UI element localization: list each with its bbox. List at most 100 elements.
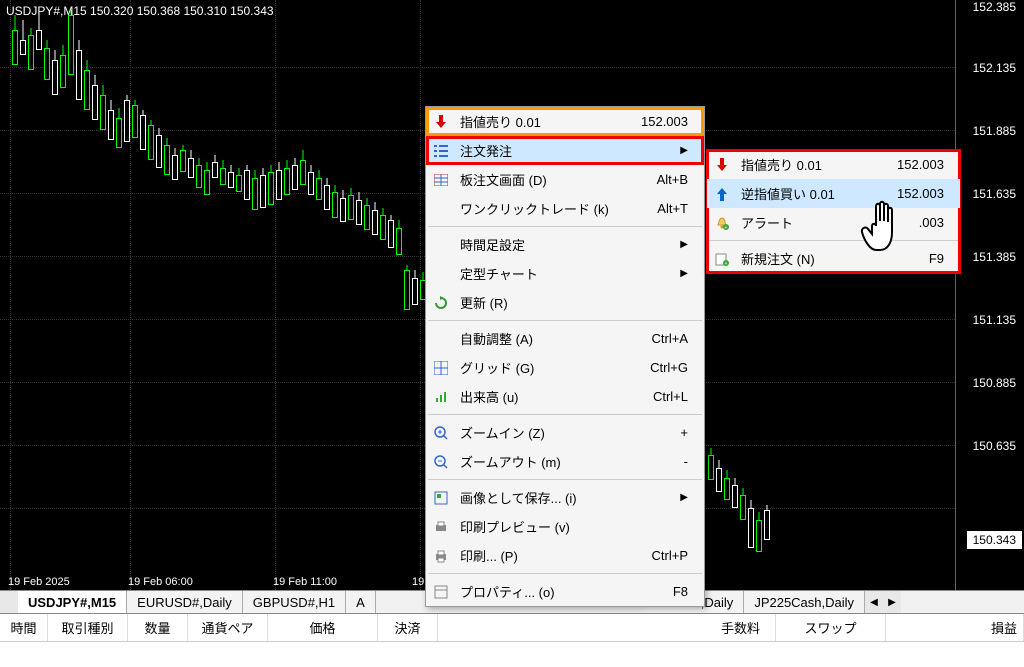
- submenu-new-order[interactable]: + 新規注文 (N) F9: [707, 244, 960, 273]
- chevron-right-icon: ▶: [680, 239, 688, 250]
- menu-shortcut: Ctrl+P: [652, 548, 688, 563]
- menu-refresh[interactable]: 更新 (R): [426, 288, 704, 317]
- col-swap[interactable]: スワップ: [776, 614, 886, 641]
- col-close[interactable]: 決済: [378, 614, 438, 641]
- menu-shortcut: Alt+T: [657, 201, 688, 216]
- tab-scroll-left[interactable]: [0, 591, 18, 613]
- col-type[interactable]: 取引種別: [48, 614, 128, 641]
- bell-icon: +: [711, 214, 733, 232]
- context-menu-order[interactable]: 指値売り 0.01 152.003 逆指値買い 0.01 152.003 + ア…: [706, 149, 961, 274]
- tab-partial[interactable]: A: [346, 591, 376, 613]
- price-label: 151.135: [973, 313, 1016, 327]
- grid-line: [0, 67, 955, 68]
- menu-label: アラート: [741, 213, 899, 232]
- menu-zoom-out[interactable]: ズームアウト (m) -: [426, 447, 704, 476]
- time-label: 19 Feb 2025: [8, 576, 70, 588]
- menu-shortcut: Alt+B: [657, 172, 688, 187]
- menu-label: 更新 (R): [460, 293, 688, 312]
- price-label: 150.635: [973, 439, 1016, 453]
- menu-label: 画像として保存... (i): [460, 488, 660, 507]
- col-symbol[interactable]: 通貨ペア: [188, 614, 268, 641]
- price-label: 152.135: [973, 61, 1016, 75]
- menu-zoom-in[interactable]: ズームイン (Z) +: [426, 418, 704, 447]
- menu-label: 印刷... (P): [460, 546, 628, 565]
- arrow-down-icon: [711, 156, 733, 174]
- menu-label: ワンクリックトレード (k): [460, 199, 633, 218]
- menu-depth[interactable]: 板注文画面 (D) Alt+B: [426, 165, 704, 194]
- new-order-icon: +: [711, 250, 733, 268]
- menu-label: ズームイン (Z): [460, 423, 656, 442]
- menu-shortcut: +: [680, 425, 688, 440]
- arrow-down-icon: [430, 113, 452, 131]
- menu-value: 152.003: [897, 186, 944, 201]
- menu-grid[interactable]: グリッド (G) Ctrl+G: [426, 353, 704, 382]
- menu-separator: [428, 573, 702, 574]
- price-axis: 152.385 152.135 151.885 151.635 151.385 …: [955, 0, 1024, 590]
- tab-gbpusd[interactable]: GBPUSD#,H1: [243, 591, 346, 613]
- menu-shortcut: F8: [673, 584, 688, 599]
- menu-shortcut: -: [684, 454, 688, 469]
- time-label: 19 Feb 06:00: [128, 576, 193, 588]
- tab-scroll-right-btn[interactable]: ▶: [883, 591, 901, 613]
- menu-volume[interactable]: 出来高 (u) Ctrl+L: [426, 382, 704, 411]
- menu-label: グリッド (G): [460, 358, 626, 377]
- submenu-sell-limit[interactable]: 指値売り 0.01 152.003: [707, 150, 960, 179]
- menu-order[interactable]: 注文発注 ▶: [426, 136, 704, 165]
- tab-usdjpy[interactable]: USDJPY#,M15: [18, 591, 127, 613]
- chevron-right-icon: ▶: [680, 145, 688, 156]
- svg-text:+: +: [725, 261, 728, 266]
- menu-separator: [428, 320, 702, 321]
- menu-label: 新規注文 (N): [741, 249, 905, 268]
- price-label: 151.885: [973, 124, 1016, 138]
- arrow-up-icon: [711, 185, 733, 203]
- grid-icon: [430, 171, 452, 189]
- zoom-in-icon: [430, 424, 452, 442]
- menu-print-preview[interactable]: 印刷プレビュー (v): [426, 512, 704, 541]
- tab-scroll-left-btn[interactable]: ◀: [865, 591, 883, 613]
- submenu-buy-stop[interactable]: 逆指値買い 0.01 152.003: [707, 179, 960, 208]
- menu-separator: [709, 240, 958, 241]
- col-volume[interactable]: 数量: [128, 614, 188, 641]
- print-icon: [430, 547, 452, 565]
- context-menu-main[interactable]: 指値売り 0.01 152.003 注文発注 ▶ 板注文画面 (D) Alt+B…: [425, 106, 705, 607]
- current-price-badge: 150.343: [967, 531, 1022, 549]
- svg-text:+: +: [725, 225, 728, 230]
- menu-label: 指値売り 0.01: [460, 112, 621, 131]
- zoom-out-icon: [430, 453, 452, 471]
- price-label: 150.885: [973, 376, 1016, 390]
- col-profit[interactable]: 損益: [886, 614, 1024, 641]
- time-label: 19 Feb 11:00: [273, 576, 337, 588]
- grid-line: [275, 0, 276, 590]
- properties-icon: [430, 583, 452, 601]
- menu-value: 152.003: [641, 114, 688, 129]
- menu-shortcut: F9: [929, 251, 944, 266]
- menu-save-image[interactable]: 画像として保存... (i) ▶: [426, 483, 704, 512]
- menu-shortcut: Ctrl+A: [652, 331, 688, 346]
- tab-eurusd[interactable]: EURUSD#,Daily: [127, 591, 243, 613]
- menu-properties[interactable]: プロパティ... (o) F8: [426, 577, 704, 606]
- menu-label: 板注文画面 (D): [460, 170, 633, 189]
- menu-label: 出来高 (u): [460, 387, 629, 406]
- menu-label: 時間足設定: [460, 235, 660, 254]
- menu-sell-limit[interactable]: 指値売り 0.01 152.003: [426, 107, 704, 136]
- col-commission[interactable]: 手数料: [706, 614, 776, 641]
- menu-one-click[interactable]: ワンクリックトレード (k) Alt+T: [426, 194, 704, 223]
- tab-jp225[interactable]: JP225Cash,Daily: [744, 591, 865, 613]
- price-label: 151.385: [973, 250, 1016, 264]
- menu-value: 152.003: [897, 157, 944, 172]
- menu-timeframe[interactable]: 時間足設定 ▶: [426, 230, 704, 259]
- menu-auto-adjust[interactable]: 自動調整 (A) Ctrl+A: [426, 324, 704, 353]
- submenu-alert[interactable]: + アラート .003: [707, 208, 960, 237]
- menu-separator: [428, 226, 702, 227]
- table-header-row: 時間 取引種別 数量 通貨ペア 価格 決済 手数料 スワップ 損益: [0, 614, 1024, 642]
- menu-label: 指値売り 0.01: [741, 155, 877, 174]
- trade-table: 時間 取引種別 数量 通貨ペア 価格 決済 手数料 スワップ 損益: [0, 614, 1024, 667]
- menu-template[interactable]: 定型チャート ▶: [426, 259, 704, 288]
- col-time[interactable]: 時間: [0, 614, 48, 641]
- menu-print[interactable]: 印刷... (P) Ctrl+P: [426, 541, 704, 570]
- menu-label: 注文発注: [460, 141, 660, 160]
- menu-label: プロパティ... (o): [460, 582, 649, 601]
- col-price[interactable]: 価格: [268, 614, 378, 641]
- menu-label: 定型チャート: [460, 264, 660, 283]
- grid-line: [130, 0, 131, 590]
